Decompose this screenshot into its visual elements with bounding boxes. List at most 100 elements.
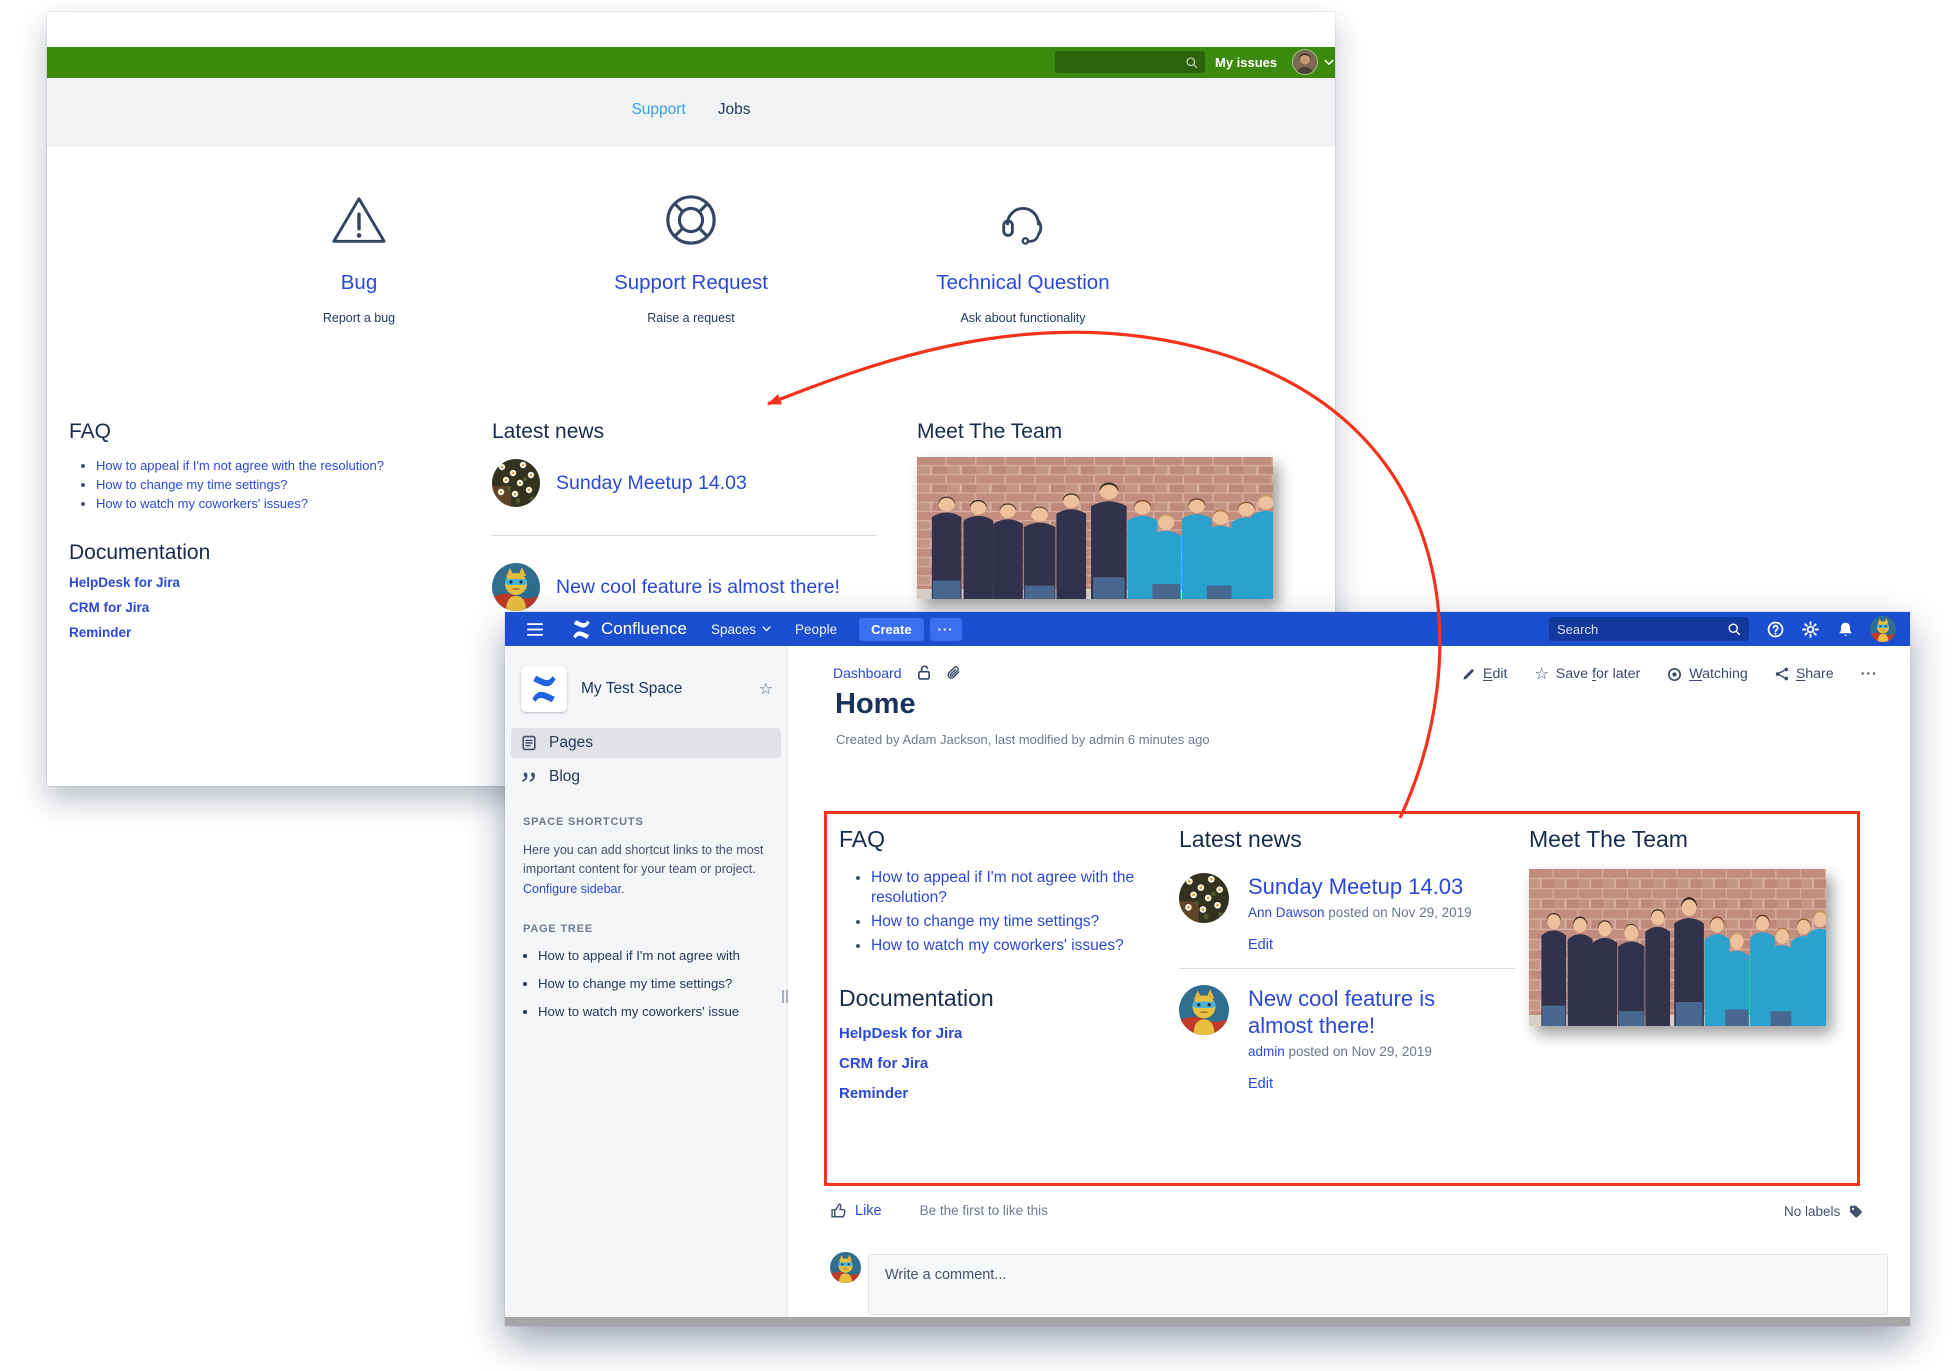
doc-link-helpdesk[interactable]: HelpDesk for Jira [69,575,469,590]
like-button[interactable]: Like [855,1203,882,1219]
hamburger-menu-icon[interactable] [527,623,543,636]
news-title-link[interactable]: Sunday Meetup 14.03 [1248,873,1493,901]
chevron-down-icon [762,626,771,632]
page-tree-item[interactable]: How to watch my coworkers' issue [538,1004,787,1019]
news-edit-link[interactable]: Edit [1248,1076,1273,1092]
portal-search-input[interactable] [1062,55,1185,69]
tag-icon [1848,1204,1863,1219]
doc-link-reminder[interactable]: Reminder [839,1085,1154,1102]
doc-link-crm[interactable]: CRM for Jira [839,1055,1154,1072]
confluence-search-box[interactable] [1549,617,1749,641]
documentation-heading: Documentation [69,541,469,565]
request-type-support-request[interactable]: Support Request Raise a request [525,193,857,325]
faq-link[interactable]: How to appeal if I'm not agree with the … [96,458,384,473]
request-type-title[interactable]: Technical Question [936,271,1109,295]
confluence-search-input[interactable] [1557,622,1727,637]
labels-text: No labels [1784,1204,1840,1219]
comment-placeholder: Write a comment... [885,1267,1006,1283]
request-type-tiles: Bug Report a bug Support Request Raise a… [47,193,1335,325]
meet-the-team-heading: Meet The Team [1529,826,1859,853]
portal-search-box[interactable] [1055,51,1205,73]
breadcrumb-dashboard-link[interactable]: Dashboard [833,665,902,681]
confluence-logo-icon[interactable] [571,619,592,640]
eye-icon [1667,667,1682,682]
space-shortcuts-label: SPACE SHORTCUTS [523,816,787,828]
space-logo-icon[interactable] [521,666,567,712]
confluence-app-name[interactable]: Confluence [601,619,687,639]
breadcrumb: Dashboard [833,664,961,681]
news-item: New cool feature is almost there! admin … [1179,985,1515,1093]
my-issues-link[interactable]: My issues [1215,47,1277,78]
latest-news-heading: Latest news [492,420,884,444]
doc-link-reminder[interactable]: Reminder [69,625,469,640]
confluence-user-avatar[interactable] [1870,616,1896,642]
page-more-button[interactable]: ··· [1861,666,1878,682]
lifebuoy-icon [664,193,718,247]
latest-news-heading: Latest news [1179,826,1515,853]
doc-link-helpdesk[interactable]: HelpDesk for Jira [839,1025,1154,1042]
save-for-later-button[interactable]: ☆ Save for later [1534,664,1640,684]
create-button[interactable]: Create [859,618,923,641]
sidebar-item-blog[interactable]: Blog [511,762,781,792]
page-byline: Created by Adam Jackson, last modified b… [836,732,1210,747]
page-icon [521,735,537,751]
news-author-link[interactable]: admin [1248,1044,1285,1059]
comment-user-avatar [830,1252,861,1283]
watching-button[interactable]: Watching [1667,666,1748,682]
avatar [1293,50,1317,74]
pencil-icon [1462,667,1476,681]
edit-button[interactable]: Edit [1462,666,1507,682]
sidebar-item-pages[interactable]: Pages [511,728,781,758]
faq-item: How to appeal if I'm not agree with the … [96,458,469,473]
news-title-link[interactable]: Sunday Meetup 14.03 [556,472,747,495]
bell-icon[interactable] [1837,621,1854,638]
space-shortcuts-text: Here you can add shortcut links to the m… [523,841,771,899]
configure-sidebar-link[interactable]: Configure sidebar [523,882,621,896]
news-edit-link[interactable]: Edit [1248,937,1273,953]
confluence-news-section: Latest news Sunday Meetup 14.03 Ann Daws… [1179,826,1515,1093]
request-type-title[interactable]: Support Request [614,271,768,295]
confluence-window: Confluence Spaces People Create ··· My T… [505,612,1910,1326]
share-icon [1775,667,1789,681]
faq-link[interactable]: How to change my time settings? [871,913,1099,930]
page-tree-item[interactable]: How to change my time settings? [538,976,787,991]
request-type-technical-question[interactable]: Technical Question Ask about functionali… [857,193,1189,325]
news-title-link[interactable]: New cool feature is almost there! [556,576,840,599]
nav-people[interactable]: People [795,622,837,637]
unlock-icon[interactable] [916,664,932,681]
tab-support[interactable]: Support [631,101,685,147]
labels-area[interactable]: No labels [1784,1204,1863,1219]
request-type-title[interactable]: Bug [341,271,377,295]
news-title-link[interactable]: New cool feature is almost there! [1248,985,1493,1040]
warning-triangle-icon [330,193,388,247]
comment-input[interactable]: Write a comment... [868,1254,1888,1315]
news-avatar-cat [1179,985,1229,1035]
news-author-link[interactable]: Ann Dawson [1248,905,1325,920]
chevron-down-icon[interactable] [1324,59,1334,66]
portal-news-section: Latest news Sunday Meetup 14.03 New cool… [492,420,884,611]
faq-link[interactable]: How to watch my coworkers' issues? [871,937,1124,954]
gear-icon[interactable] [1802,621,1819,638]
window-bottom-edge [505,1317,1910,1326]
faq-link[interactable]: How to appeal if I'm not agree with the … [871,869,1134,906]
paperclip-icon[interactable] [946,665,961,680]
news-divider [1179,968,1515,969]
share-button[interactable]: Share [1775,666,1834,682]
portal-user-avatar[interactable] [1292,49,1318,75]
request-type-bug[interactable]: Bug Report a bug [193,193,525,325]
faq-link[interactable]: How to change my time settings? [96,477,287,492]
thumbs-up-icon[interactable] [830,1202,847,1219]
nav-more-button[interactable]: ··· [930,618,962,641]
space-name: My Test Space [581,680,759,698]
faq-link[interactable]: How to watch my coworkers' issues? [96,496,308,511]
nav-spaces[interactable]: Spaces [711,622,771,637]
page-tree-item[interactable]: How to appeal if I'm not agree with [538,948,787,963]
like-bar: Like Be the first to like this [830,1202,1048,1219]
doc-link-crm[interactable]: CRM for Jira [69,600,469,615]
sidebar-resize-handle[interactable] [782,990,788,1003]
search-icon [1727,622,1741,636]
star-icon[interactable]: ☆ [759,679,773,699]
faq-item: How to watch my coworkers' issues? [96,496,469,511]
help-icon[interactable] [1767,621,1784,638]
tab-jobs[interactable]: Jobs [718,101,751,147]
